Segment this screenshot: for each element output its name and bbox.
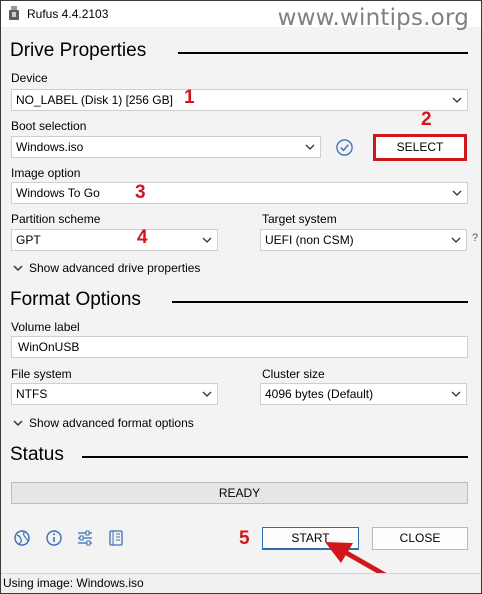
globe-icon[interactable] <box>13 529 31 547</box>
window-title: Rufus 4.4.2103 <box>27 7 109 21</box>
volume-label-value: WinOnUSB <box>18 340 80 354</box>
annotation-number-4: 4 <box>137 227 148 248</box>
title-bar: Rufus 4.4.2103 www.wintips.org <box>1 1 481 31</box>
show-advanced-format-options-toggle[interactable]: Show advanced format options <box>13 416 194 430</box>
boot-selection-label: Boot selection <box>11 119 87 133</box>
boot-selection-value: Windows.iso <box>16 140 84 154</box>
section-divider <box>172 301 468 303</box>
target-system-label: Target system <box>262 212 337 226</box>
chevron-down-icon <box>13 265 23 272</box>
advanced-format-toggle-label: Show advanced format options <box>29 416 194 430</box>
partition-scheme-value: GPT <box>16 233 41 247</box>
status-heading: Status <box>10 444 64 465</box>
show-advanced-drive-properties-toggle[interactable]: Show advanced drive properties <box>13 261 200 275</box>
chevron-down-icon <box>13 420 23 427</box>
usb-drive-icon <box>9 6 19 20</box>
partition-scheme-label: Partition scheme <box>11 212 101 226</box>
boot-selection-dropdown[interactable]: Windows.iso <box>11 136 321 158</box>
chevron-down-icon <box>202 391 212 397</box>
rufus-window: Rufus 4.4.2103 www.wintips.org Drive Pro… <box>0 0 482 594</box>
chevron-down-icon <box>451 391 461 397</box>
target-system-value: UEFI (non CSM) <box>265 233 354 247</box>
chevron-down-icon <box>202 237 212 243</box>
info-icon[interactable] <box>45 529 63 547</box>
cluster-size-dropdown[interactable]: 4096 bytes (Default) <box>260 383 467 405</box>
cluster-size-label: Cluster size <box>262 367 325 381</box>
volume-label-label: Volume label <box>11 320 80 334</box>
drive-properties-heading: Drive Properties <box>10 40 147 61</box>
target-system-dropdown[interactable]: UEFI (non CSM) <box>260 229 467 251</box>
log-icon[interactable] <box>107 529 125 547</box>
cluster-size-value: 4096 bytes (Default) <box>265 387 374 401</box>
file-system-value: NTFS <box>16 387 48 401</box>
volume-label-input[interactable]: WinOnUSB <box>11 336 468 358</box>
target-system-help-icon[interactable]: ? <box>472 232 478 244</box>
device-label: Device <box>11 71 48 85</box>
progress-bar: READY <box>11 482 468 504</box>
settings-sliders-icon[interactable] <box>76 529 94 547</box>
annotation-number-2: 2 <box>421 109 432 130</box>
partition-scheme-dropdown[interactable]: GPT <box>11 229 218 251</box>
section-divider <box>178 52 468 54</box>
annotation-number-1: 1 <box>184 87 195 108</box>
advanced-drive-toggle-label: Show advanced drive properties <box>29 261 201 275</box>
image-option-dropdown[interactable]: Windows To Go <box>11 182 468 204</box>
chevron-down-icon <box>452 97 462 103</box>
status-bar-text: Using image: Windows.iso <box>3 576 144 590</box>
section-divider <box>82 456 468 458</box>
chevron-down-icon <box>305 144 315 150</box>
chevron-down-icon <box>451 237 461 243</box>
status-bar: Using image: Windows.iso <box>1 573 481 593</box>
file-system-label: File system <box>11 367 72 381</box>
device-value: NO_LABEL (Disk 1) [256 GB] <box>16 93 173 107</box>
watermark-text: www.wintips.org <box>277 5 469 31</box>
image-option-value: Windows To Go <box>16 186 100 200</box>
image-option-label: Image option <box>11 166 81 180</box>
annotation-number-5: 5 <box>239 528 250 549</box>
progress-text: READY <box>218 486 261 500</box>
device-dropdown[interactable]: NO_LABEL (Disk 1) [256 GB] <box>11 89 468 111</box>
chevron-down-icon <box>452 190 462 196</box>
file-system-dropdown[interactable]: NTFS <box>11 383 218 405</box>
check-icon[interactable] <box>335 138 354 157</box>
select-button[interactable]: SELECT <box>377 137 463 158</box>
annotation-number-3: 3 <box>135 182 146 203</box>
format-options-heading: Format Options <box>10 289 141 310</box>
